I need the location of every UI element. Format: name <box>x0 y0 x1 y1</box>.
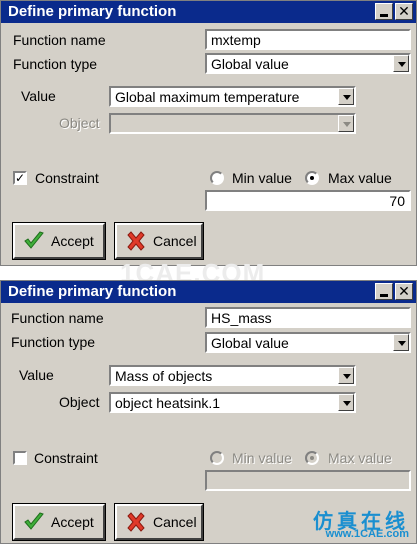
checkmark-icon <box>24 512 44 530</box>
accept-button[interactable]: Accept <box>12 222 106 260</box>
max-value-label: Max value <box>328 450 392 466</box>
function-name-label: Function name <box>11 310 104 326</box>
min-value-radio[interactable] <box>210 171 224 185</box>
object-label: Object <box>59 394 100 410</box>
cancel-label: Cancel <box>153 514 197 530</box>
value-label: Value <box>19 367 54 383</box>
function-type-select[interactable]: Global value <box>205 332 411 353</box>
constraint-label: Constraint <box>35 170 99 186</box>
radio-selected-dot <box>310 456 314 460</box>
max-value-radio <box>305 451 319 465</box>
function-type-select[interactable]: Global value <box>205 53 411 74</box>
limit-value-field <box>205 470 411 491</box>
cancel-x-icon <box>127 231 145 251</box>
max-value-radio[interactable] <box>305 171 319 185</box>
function-name-field[interactable]: HS_mass <box>205 307 411 328</box>
close-button[interactable]: ✕ <box>395 3 413 20</box>
dialog-title: Define primary function <box>8 283 177 300</box>
cancel-button[interactable]: Cancel <box>114 222 204 260</box>
constraint-checkbox[interactable] <box>13 451 27 465</box>
define-primary-function-dialog-1: Define primary function ✕ Function name … <box>0 0 417 266</box>
minimize-icon <box>380 14 388 17</box>
chevron-down-icon[interactable] <box>393 334 409 351</box>
dialog-titlebar[interactable]: Define primary function ✕ <box>1 1 416 23</box>
cancel-x-icon <box>127 512 145 532</box>
constraint-checkbox[interactable]: ✓ <box>13 171 27 185</box>
min-value-radio <box>210 451 224 465</box>
function-type-value: Global value <box>211 335 289 351</box>
chevron-down-icon[interactable] <box>393 55 409 72</box>
function-type-value: Global value <box>211 56 289 72</box>
value-label: Value <box>21 88 56 104</box>
minimize-button[interactable] <box>375 283 393 300</box>
value-select[interactable]: Mass of objects <box>109 365 356 386</box>
value-selected: Mass of objects <box>115 368 213 384</box>
checkmark-icon: ✓ <box>15 171 26 185</box>
min-value-label: Min value <box>232 170 292 186</box>
limit-value-field[interactable]: 70 <box>205 190 411 211</box>
radio-selected-dot <box>310 176 314 180</box>
object-label: Object <box>59 115 100 131</box>
accept-button[interactable]: Accept <box>12 503 106 541</box>
chevron-down-icon[interactable] <box>338 394 354 411</box>
object-select <box>109 113 356 134</box>
accept-label: Accept <box>51 233 94 249</box>
cancel-button[interactable]: Cancel <box>114 503 204 541</box>
dialog-title: Define primary function <box>8 3 177 20</box>
function-type-label: Function type <box>11 334 96 350</box>
chevron-down-icon[interactable] <box>338 367 354 384</box>
accept-label: Accept <box>51 514 94 530</box>
close-button[interactable]: ✕ <box>395 283 413 300</box>
chevron-down-icon[interactable] <box>338 88 354 105</box>
checkmark-icon <box>24 231 44 249</box>
chevron-down-icon <box>338 115 354 132</box>
min-value-label: Min value <box>232 450 292 466</box>
value-select[interactable]: Global maximum temperature <box>109 86 356 107</box>
max-value-label: Max value <box>328 170 392 186</box>
constraint-label: Constraint <box>34 450 98 466</box>
watermark-url: www.1CAE.com <box>325 528 409 540</box>
function-type-label: Function type <box>13 56 98 72</box>
close-icon: ✕ <box>398 283 410 299</box>
function-name-label: Function name <box>13 32 106 48</box>
value-selected: Global maximum temperature <box>115 89 300 105</box>
minimize-icon <box>380 294 388 297</box>
close-icon: ✕ <box>398 3 410 19</box>
minimize-button[interactable] <box>375 3 393 20</box>
function-name-field[interactable]: mxtemp <box>205 29 411 50</box>
cancel-label: Cancel <box>153 233 197 249</box>
object-selected: object heatsink.1 <box>115 395 221 411</box>
object-select[interactable]: object heatsink.1 <box>109 392 356 413</box>
dialog-titlebar[interactable]: Define primary function ✕ <box>1 281 416 303</box>
